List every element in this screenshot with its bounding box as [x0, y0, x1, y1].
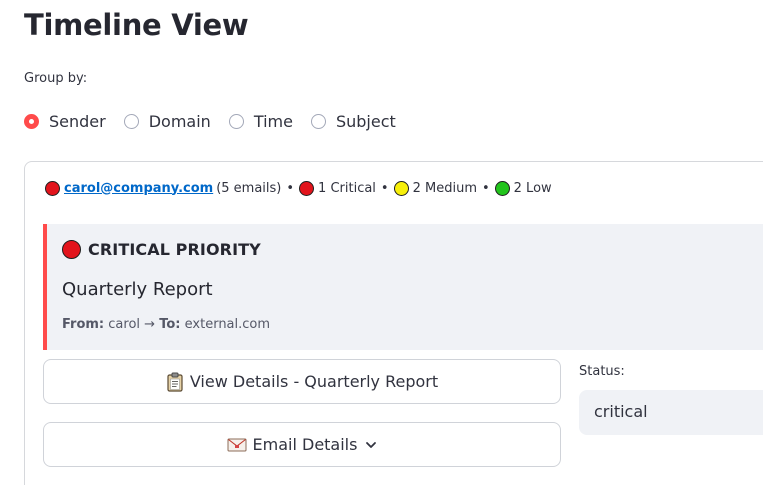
separator: • — [380, 180, 389, 196]
envelope-icon — [227, 437, 247, 453]
critical-dot-icon — [62, 240, 81, 259]
radio-indicator[interactable] — [310, 113, 326, 129]
status-label: Status: — [579, 364, 625, 379]
clipboard-icon — [166, 372, 184, 392]
radio-time[interactable]: Time — [228, 111, 293, 131]
status-field[interactable]: critical — [579, 390, 763, 435]
status-value: critical — [594, 402, 648, 421]
critical-dot-icon — [299, 180, 315, 196]
medium-count: 2 Medium — [412, 180, 477, 196]
sender-summary: carol@company.com (5 emails) • 1 Critica… — [45, 178, 552, 198]
from-label: From: — [62, 317, 105, 332]
separator: • — [481, 180, 490, 196]
separator: • — [286, 180, 295, 196]
from-value: carol — [108, 317, 141, 332]
email-details-expander[interactable]: Email Details — [43, 422, 561, 467]
critical-priority-card: CRITICAL PRIORITY Quarterly Report From:… — [43, 224, 763, 350]
radio-label-sender: Sender — [49, 111, 106, 131]
email-count: (5 emails) — [216, 180, 282, 196]
radio-indicator[interactable] — [228, 113, 244, 129]
chevron-down-icon — [365, 439, 377, 451]
sender-email-link[interactable]: carol@company.com — [64, 181, 213, 196]
email-subject: Quarterly Report — [62, 279, 213, 300]
radio-indicator[interactable] — [123, 113, 139, 129]
group-by-label: Group by: — [24, 71, 88, 86]
radio-sender[interactable]: Sender — [24, 112, 106, 131]
low-dot-icon — [494, 180, 510, 196]
radio-selected-indicator[interactable] — [24, 113, 39, 129]
sender-group-container: carol@company.com (5 emails) • 1 Critica… — [24, 161, 763, 485]
radio-label-time: Time — [253, 111, 293, 131]
radio-label-subject: Subject — [335, 111, 396, 131]
arrow-icon: → — [144, 317, 156, 332]
to-label: To: — [159, 317, 181, 332]
to-value: external.com — [184, 317, 271, 332]
medium-dot-icon — [393, 180, 409, 196]
email-details-label: Email Details — [252, 435, 358, 454]
priority-heading-row: CRITICAL PRIORITY — [62, 240, 261, 259]
page-title: Timeline View — [24, 8, 249, 42]
critical-dot-icon — [45, 180, 60, 196]
timeline-page: Timeline View Group by: Sender Domain Ti… — [0, 0, 763, 485]
critical-count: 1 Critical — [318, 180, 376, 196]
radio-label-domain: Domain — [148, 111, 211, 131]
low-count: 2 Low — [513, 180, 552, 196]
email-route: From: carol → To: external.com — [62, 317, 270, 332]
view-details-label: View Details - Quarterly Report — [189, 372, 439, 391]
view-details-button[interactable]: View Details - Quarterly Report — [43, 359, 561, 404]
radio-subject[interactable]: Subject — [310, 111, 396, 131]
priority-heading: CRITICAL PRIORITY — [88, 240, 261, 259]
group-by-radio-group: Sender Domain Time Subject — [24, 110, 414, 132]
radio-domain[interactable]: Domain — [123, 111, 211, 131]
